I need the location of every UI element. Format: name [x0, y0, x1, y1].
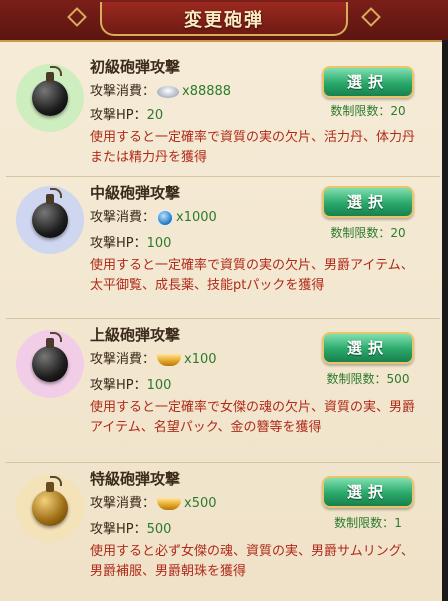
page-title: 変更砲弾 — [184, 10, 264, 31]
item-hp: 攻撃HP：500 — [90, 522, 172, 537]
select-button[interactable]: 選択 — [322, 186, 414, 218]
hp-value: 100 — [146, 378, 172, 393]
header-bar: 変更砲弾 — [0, 0, 448, 42]
bomb-icon — [32, 66, 68, 116]
bomb-icon — [32, 332, 68, 382]
panel-frame: 変更砲弾 初級砲弾攻撃 攻撃消費： x88888 攻撃HP：20 使用すると一定確… — [0, 0, 448, 601]
cost-amount: x500 — [184, 496, 217, 511]
hp-value: 100 — [146, 236, 172, 251]
cost-amount: x88888 — [182, 84, 232, 99]
silver-ingot-icon — [157, 85, 180, 98]
item-icon-circle — [16, 64, 84, 132]
item-hp: 攻撃HP：100 — [90, 236, 172, 251]
item-name: 中級砲弾攻撃 — [90, 184, 181, 202]
item-icon-circle — [16, 186, 84, 254]
select-button[interactable]: 選択 — [322, 66, 414, 98]
list-item: 中級砲弾攻撃 攻撃消費： x1000 攻撃HP：100 使用すると一定確率で資質の… — [6, 176, 440, 319]
item-description: 使用すると必ず女傑の魂、資質の実、男爵サムリング、男爵補服、男爵朝珠を獲得 — [90, 544, 414, 579]
list-item: 特級砲弾攻撃 攻撃消費： x500 攻撃HP：500 使用すると必ず女傑の魂、資質… — [6, 462, 440, 599]
gold-ingot-icon — [157, 353, 182, 366]
limit-text: 数制限数：500 — [326, 372, 410, 386]
item-description: 使用すると一定確率で資質の実の欠片、男爵アイテム、太平御覧、成長薬、技能ptパッ… — [90, 258, 414, 293]
item-hp: 攻撃HP：20 — [90, 108, 164, 123]
list-item: 上級砲弾攻撃 攻撃消費： x100 攻撃HP：100 使用すると一定確率で女傑の魂… — [6, 318, 440, 463]
list-item: 初級砲弾攻撃 攻撃消費： x88888 攻撃HP：20 使用すると一定確率で資質の… — [6, 44, 440, 177]
hp-value: 500 — [146, 522, 172, 537]
gold-bomb-icon — [32, 476, 68, 526]
gold-ingot-icon — [157, 497, 182, 510]
limit-text: 数制限数：20 — [330, 104, 406, 118]
diamond-ornament-icon — [67, 7, 87, 27]
item-cost: 攻撃消費： x88888 — [90, 84, 232, 99]
item-cost: 攻撃消費： x1000 — [90, 209, 217, 226]
item-name: 上級砲弾攻撃 — [90, 326, 181, 344]
item-cost: 攻撃消費： x100 — [90, 352, 217, 367]
blue-gem-icon — [157, 209, 174, 226]
diamond-ornament-icon — [361, 7, 381, 27]
scrollbar-track[interactable] — [442, 40, 448, 601]
hp-value: 20 — [146, 108, 164, 123]
select-button[interactable]: 選択 — [322, 332, 414, 364]
item-name: 特級砲弾攻撃 — [90, 470, 181, 488]
item-description: 使用すると一定確率で資質の実の欠片、活力丹、体力丹または精力丹を獲得 — [90, 130, 416, 165]
item-description: 使用すると一定確率で女傑の魂の欠片、資質の実、男爵アイテム、名望パック、金の簪等… — [90, 400, 416, 435]
select-button[interactable]: 選択 — [322, 476, 414, 508]
limit-text: 数制限数：20 — [330, 226, 406, 240]
cost-amount: x100 — [184, 352, 217, 367]
item-icon-circle — [16, 330, 84, 398]
limit-text: 数制限数：1 — [334, 516, 402, 530]
item-icon-circle — [16, 474, 84, 542]
bomb-icon — [32, 188, 68, 238]
shell-list: 初級砲弾攻撃 攻撃消費： x88888 攻撃HP：20 使用すると一定確率で資質の… — [6, 44, 440, 599]
item-name: 初級砲弾攻撃 — [90, 58, 181, 76]
item-cost: 攻撃消費： x500 — [90, 496, 217, 511]
cost-amount: x1000 — [176, 210, 217, 225]
item-hp: 攻撃HP：100 — [90, 378, 172, 393]
